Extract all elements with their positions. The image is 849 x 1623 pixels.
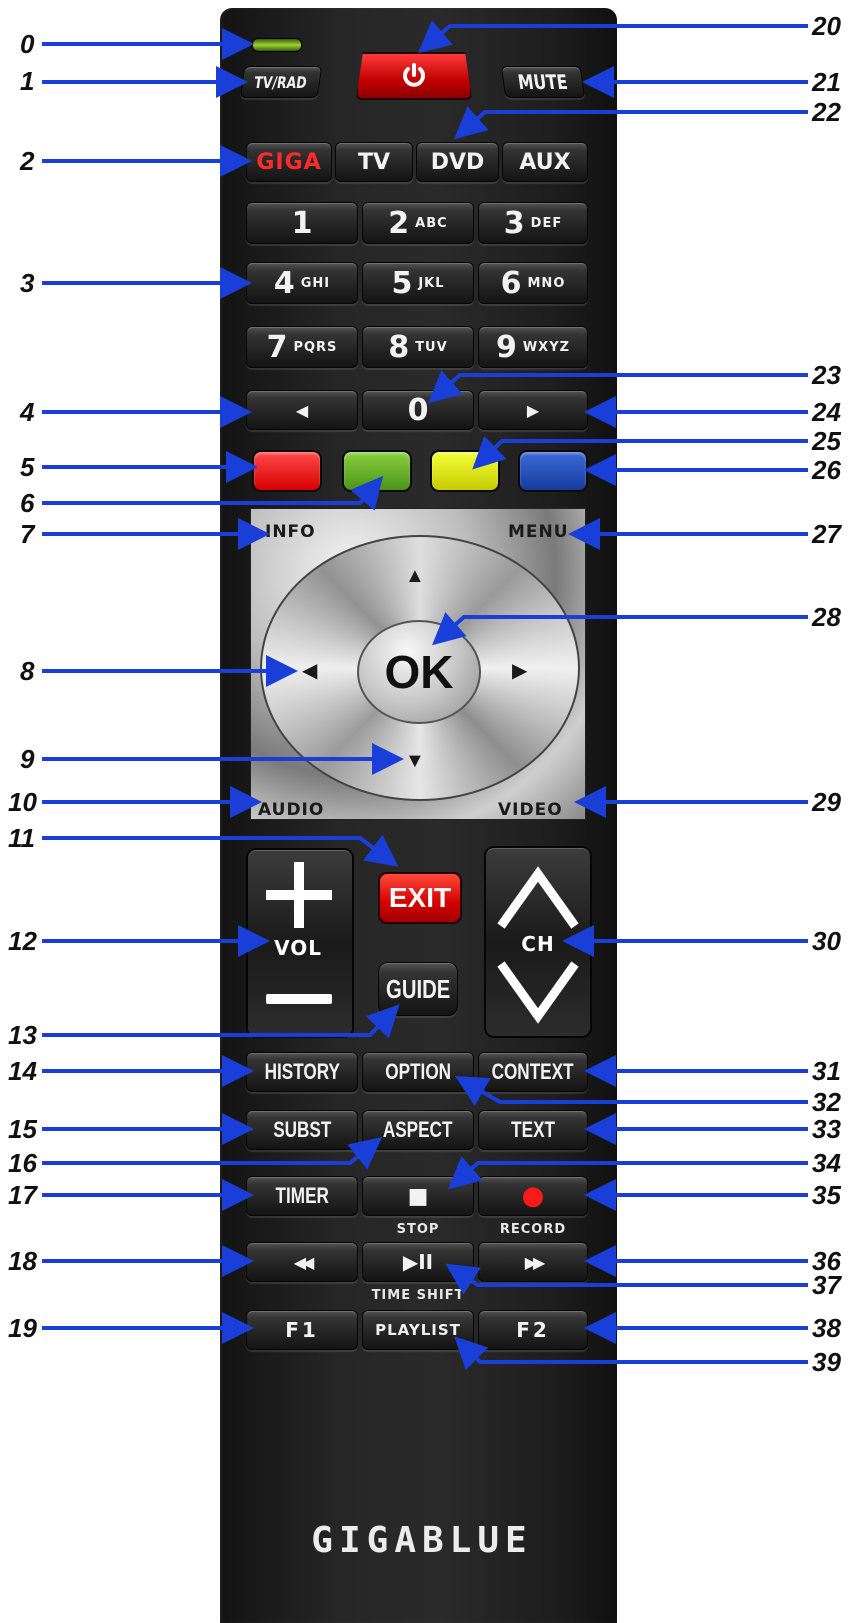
callout-number-18: 18 [8, 1246, 37, 1276]
callout-number-4: 4 [20, 397, 35, 427]
callout-number-5: 5 [20, 452, 35, 482]
callout-number-1: 1 [20, 66, 35, 96]
callout-number-24: 24 [812, 397, 841, 427]
callout-arrow-34 [447, 1156, 808, 1190]
callout-arrow-39 [454, 1336, 808, 1371]
callout-arrow-20 [417, 20, 808, 54]
callout-number-0: 0 [20, 29, 35, 59]
callout-number-35: 35 [812, 1180, 841, 1210]
callout-arrows [42, 20, 808, 1371]
callout-number-33: 33 [812, 1114, 841, 1144]
callout-number-15: 15 [8, 1114, 37, 1144]
callout-arrow-23 [428, 370, 808, 404]
callout-number-14: 14 [8, 1056, 37, 1086]
callout-number-9: 9 [20, 744, 35, 774]
callout-number-34: 34 [812, 1148, 841, 1178]
callout-number-27: 27 [812, 519, 841, 549]
callout-arrow-28 [432, 612, 808, 646]
callout-arrow-22 [453, 106, 808, 140]
callout-number-16: 16 [8, 1148, 37, 1178]
callout-number-6: 6 [20, 488, 35, 518]
callout-number-30: 30 [812, 926, 841, 956]
callout-number-25: 25 [812, 426, 841, 456]
callout-number-23: 23 [812, 360, 841, 390]
callout-number-12: 12 [8, 926, 37, 956]
callout-number-22: 22 [812, 97, 841, 127]
callout-number-26: 26 [812, 455, 841, 485]
callout-number-21: 21 [812, 67, 841, 97]
callout-number-13: 13 [8, 1020, 37, 1050]
callout-number-38: 38 [812, 1313, 841, 1343]
callout-arrow-13 [42, 1004, 400, 1039]
callout-number-28: 28 [812, 602, 841, 632]
callout-number-2: 2 [20, 146, 35, 176]
callout-number-10: 10 [8, 787, 37, 817]
callout-number-39: 39 [812, 1347, 841, 1377]
callout-number-3: 3 [20, 268, 35, 298]
callout-number-37: 37 [812, 1270, 841, 1300]
callout-arrow-37 [445, 1263, 808, 1295]
callout-number-31: 31 [812, 1056, 841, 1086]
callout-number-8: 8 [20, 656, 35, 686]
callout-arrow-11 [42, 834, 399, 867]
callout-arrow-32 [455, 1075, 808, 1106]
callout-number-29: 29 [812, 787, 841, 817]
callout-number-20: 20 [812, 11, 841, 41]
callout-number-17: 17 [8, 1180, 37, 1210]
callout-number-11: 11 [8, 823, 35, 853]
callout-number-7: 7 [20, 519, 35, 549]
callout-number-19: 19 [8, 1313, 37, 1343]
callout-arrow-6 [42, 475, 384, 511]
callout-arrow-25 [472, 435, 808, 470]
callout-arrow-16 [42, 1136, 383, 1170]
